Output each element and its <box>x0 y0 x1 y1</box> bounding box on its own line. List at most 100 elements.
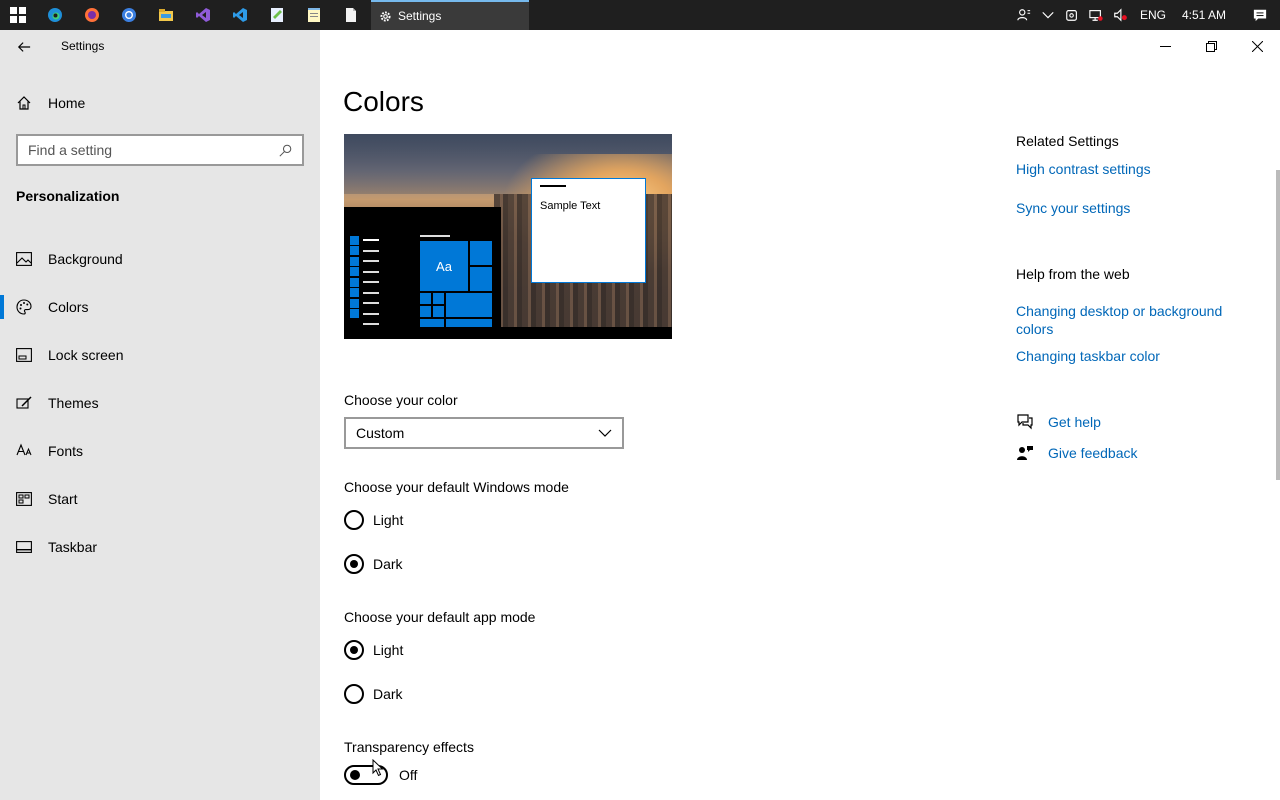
sync-settings-link[interactable]: Sync your settings <box>1016 199 1256 217</box>
app-mode-dark-radio[interactable]: Dark <box>344 684 403 704</box>
app-mode-label: Choose your default app mode <box>344 609 536 625</box>
choose-color-label: Choose your color <box>344 392 458 408</box>
back-button[interactable] <box>10 36 38 58</box>
start-icon <box>16 491 32 507</box>
camera-icon <box>1066 10 1077 21</box>
high-contrast-link[interactable]: High contrast settings <box>1016 160 1256 178</box>
app-title: Settings <box>61 39 105 53</box>
radio-label: Light <box>373 642 404 658</box>
visual-studio-icon <box>195 8 210 22</box>
taskbar-settings-active[interactable]: Settings <box>371 0 529 30</box>
settings-sidebar: Settings Home Personalization Background… <box>0 30 320 800</box>
give-feedback-label: Give feedback <box>1048 445 1138 461</box>
taskbar-chrome[interactable] <box>110 0 147 30</box>
notepad-plus-icon <box>270 8 283 22</box>
sidebar-item-label: Lock screen <box>48 347 124 363</box>
home-icon <box>17 96 31 110</box>
people-icon <box>1017 9 1031 21</box>
radio-label: Dark <box>373 686 403 702</box>
radio-circle-selected <box>344 640 364 660</box>
tray-volume[interactable] <box>1108 0 1132 30</box>
radio-circle <box>344 684 364 704</box>
windows-mode-dark-radio[interactable]: Dark <box>344 554 403 574</box>
windows-mode-light-radio[interactable]: Light <box>344 510 403 530</box>
taskbar-active-label: Settings <box>398 9 442 23</box>
page-title: Colors <box>343 86 424 117</box>
font-icon <box>16 443 32 459</box>
sidebar-item-lock-screen[interactable]: Lock screen <box>0 331 320 379</box>
feedback-icon <box>1016 444 1034 462</box>
gear-icon <box>380 10 391 22</box>
arrow-left-icon <box>17 42 31 52</box>
choose-color-dropdown[interactable]: Custom <box>344 417 624 449</box>
radio-label: Light <box>373 512 404 528</box>
firefox-icon <box>84 8 99 22</box>
preview-app-window: Sample Text <box>531 178 646 283</box>
give-feedback-link[interactable]: Give feedback <box>1016 444 1138 462</box>
lock-screen-icon <box>16 347 32 363</box>
taskbar-firefox[interactable] <box>73 0 110 30</box>
sidebar-item-themes[interactable]: Themes <box>0 379 320 427</box>
tray-language[interactable]: ENG <box>1132 8 1174 22</box>
sidebar-item-label: Colors <box>48 299 89 315</box>
file-explorer-icon <box>158 9 173 21</box>
tray-meet[interactable] <box>1060 0 1084 30</box>
tray-show-hidden[interactable] <box>1036 0 1060 30</box>
windows-start-button[interactable] <box>0 0 36 30</box>
get-help-link[interactable]: Get help <box>1016 413 1101 431</box>
tray-action-center[interactable] <box>1240 0 1280 30</box>
tray-network[interactable] <box>1084 0 1108 30</box>
search-input[interactable] <box>28 142 279 158</box>
sidebar-item-label: Taskbar <box>48 539 98 555</box>
taskbar-notepad[interactable] <box>295 0 332 30</box>
taskbar-visual-studio[interactable] <box>184 0 221 30</box>
sidebar-item-colors[interactable]: Colors <box>0 283 320 331</box>
preview-app-list <box>350 235 379 330</box>
search-icon <box>279 144 292 157</box>
taskbar-notepad-plus[interactable] <box>258 0 295 30</box>
sidebar-home[interactable]: Home <box>16 92 85 114</box>
preview-taskbar <box>344 327 672 339</box>
sidebar-item-label: Background <box>48 251 123 267</box>
sidebar-item-label: Themes <box>48 395 99 411</box>
help-link-taskbar-color[interactable]: Changing taskbar color <box>1016 347 1256 365</box>
help-link-desktop-colors[interactable]: Changing desktop or background colors <box>1016 302 1256 338</box>
document-icon <box>345 8 356 22</box>
sidebar-item-start[interactable]: Start <box>0 475 320 523</box>
chrome-icon <box>121 8 136 22</box>
app-mode-light-radio[interactable]: Light <box>344 640 403 660</box>
chevron-down-icon <box>598 429 612 437</box>
sidebar-item-label: Start <box>48 491 78 507</box>
edge-icon <box>47 8 62 22</box>
toggle-state: Off <box>399 767 418 783</box>
taskbar-icon <box>16 539 32 555</box>
taskbar-vscode[interactable] <box>221 0 258 30</box>
tray-clock[interactable]: 4:51 AM <box>1174 8 1240 22</box>
preview-sample-text: Sample Text <box>540 200 601 212</box>
mouse-cursor-icon <box>372 759 384 777</box>
sidebar-item-background[interactable]: Background <box>0 235 320 283</box>
windows-taskbar: Settings ENG 4:51 AM <box>0 0 1280 30</box>
help-chat-icon <box>1016 413 1034 431</box>
preview-start-menu: Aa <box>344 207 501 339</box>
chevron-up-icon <box>1042 11 1054 19</box>
taskbar-file-explorer[interactable] <box>147 0 184 30</box>
notification-icon <box>1253 9 1267 22</box>
taskbar-document[interactable] <box>332 0 369 30</box>
radio-label: Dark <box>373 556 403 572</box>
volume-muted-icon <box>1114 8 1127 22</box>
vscode-icon <box>232 8 247 22</box>
sidebar-item-fonts[interactable]: Fonts <box>0 427 320 475</box>
sidebar-item-taskbar[interactable]: Taskbar <box>0 523 320 571</box>
radio-circle <box>344 510 364 530</box>
preview-tile: Aa <box>420 241 468 291</box>
home-label: Home <box>48 95 86 111</box>
sidebar-item-label: Fonts <box>48 443 84 459</box>
windows-start-icon <box>10 7 26 23</box>
tray-people[interactable] <box>1012 0 1036 30</box>
palette-icon <box>16 299 32 315</box>
search-box[interactable] <box>16 134 304 166</box>
taskbar-edge[interactable] <box>36 0 73 30</box>
scrollbar[interactable] <box>1276 170 1280 480</box>
main-content: Colors Aa Sample Text Choose your color … <box>320 30 1280 800</box>
